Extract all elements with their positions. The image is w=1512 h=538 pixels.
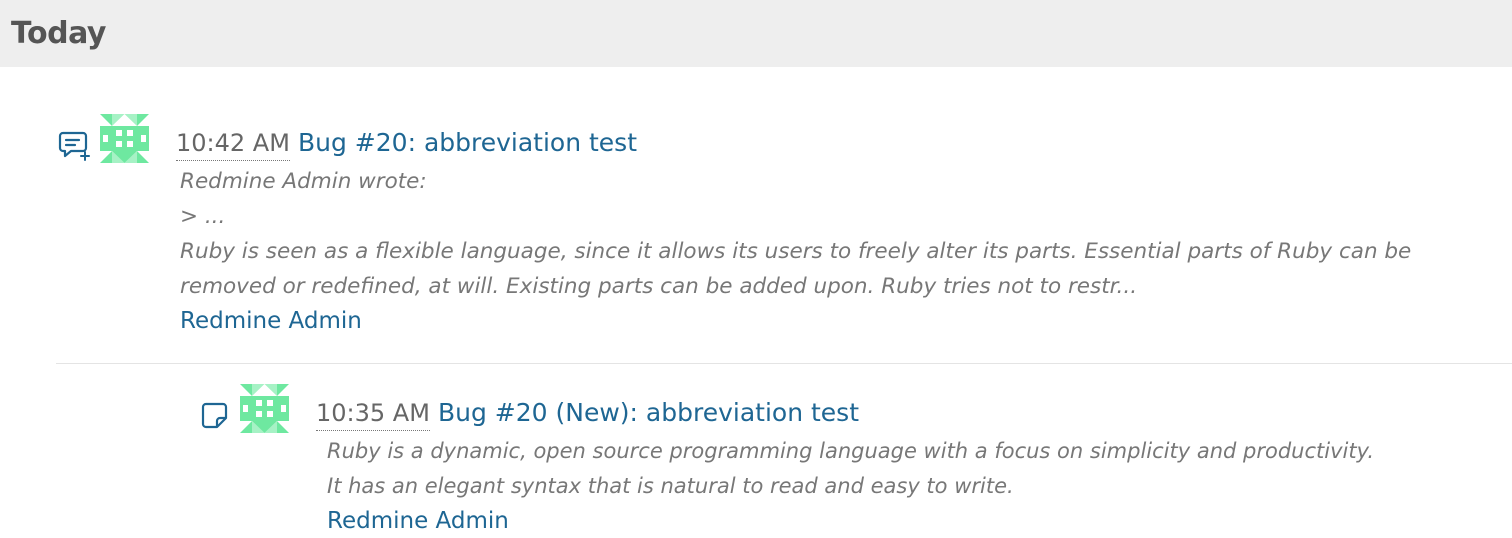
description-line: removed or redefined, at will. Existing … <box>180 274 1138 299</box>
event-title-link[interactable]: Bug #20: abbreviation test <box>298 128 637 158</box>
day-title: Today <box>11 16 106 51</box>
comment-add-icon <box>58 131 90 161</box>
description-line: > ... <box>180 204 226 229</box>
description-line: Redmine Admin wrote: <box>180 169 427 194</box>
event-author-link[interactable]: Redmine Admin <box>180 306 362 336</box>
day-header: Today <box>0 0 1512 67</box>
identicon-avatar <box>100 114 149 163</box>
event-time[interactable]: 10:35 AM <box>316 398 430 431</box>
identicon-avatar <box>240 384 289 433</box>
description-line: Ruby is seen as a flexible language, sin… <box>180 239 1412 264</box>
event-description: Ruby is a dynamic, open source programmi… <box>327 434 1374 504</box>
description-line: It has an elegant syntax that is natural… <box>327 474 1014 498</box>
event-title-link[interactable]: Bug #20 (New): abbreviation test <box>438 398 859 428</box>
event-description: Redmine Admin wrote: > ... Ruby is seen … <box>180 164 1411 304</box>
event-author-link[interactable]: Redmine Admin <box>327 506 509 536</box>
event-time[interactable]: 10:42 AM <box>176 128 290 161</box>
description-line: Ruby is a dynamic, open source programmi… <box>327 439 1375 463</box>
issue-note-icon <box>201 402 228 429</box>
event-separator <box>56 363 1512 364</box>
